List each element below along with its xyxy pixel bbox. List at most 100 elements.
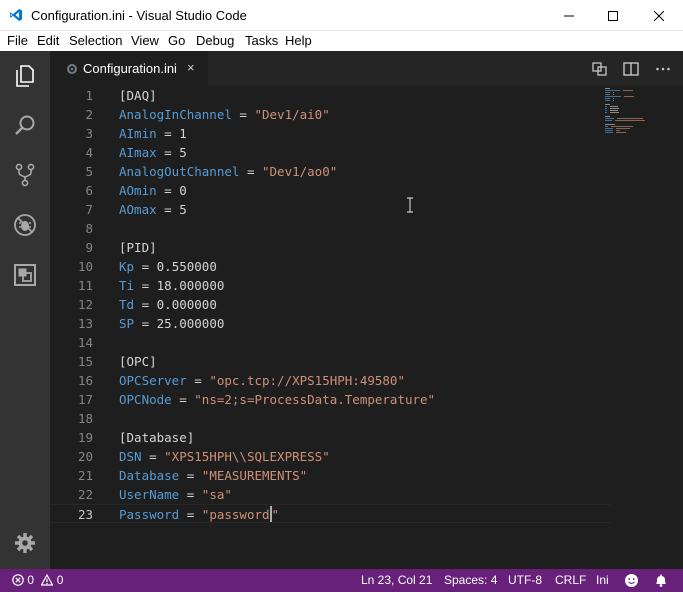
minimap-line — [613, 100, 614, 101]
ini-value: "opc.tcp://XPS15HPH:49580" — [209, 373, 405, 388]
minimap-line — [605, 94, 610, 95]
code-line[interactable]: 9 [PID] — [50, 238, 610, 257]
minimap[interactable] — [605, 86, 645, 146]
debug-icon[interactable] — [12, 212, 38, 238]
line-content: AOmin = 0 — [119, 181, 187, 200]
more-actions-icon[interactable] — [654, 60, 672, 78]
source-control-icon[interactable] — [12, 162, 38, 188]
indentation-setting[interactable]: Spaces: 4 — [444, 573, 497, 587]
cursor-position[interactable]: Ln 23, Col 21 — [361, 573, 432, 587]
line-content: UserName = "sa" — [119, 485, 232, 504]
code-line[interactable]: 11 Ti = 18.000000 — [50, 276, 610, 295]
menu-edit[interactable]: Edit — [37, 33, 59, 48]
tab-configuration-ini[interactable]: Configuration.ini × — [50, 51, 208, 86]
code-line[interactable]: 12 Td = 0.000000 — [50, 295, 610, 314]
minimap-line — [605, 90, 620, 91]
ini-equals: = — [134, 259, 157, 274]
close-window-button[interactable] — [636, 0, 682, 31]
line-number: 15 — [77, 354, 93, 369]
line-number: 18 — [77, 411, 93, 426]
code-line[interactable]: 8 — [50, 219, 610, 238]
ini-value: "Dev1/ao0" — [262, 164, 338, 179]
vscode-logo-icon — [10, 9, 22, 21]
encoding-setting[interactable]: UTF-8 — [508, 573, 542, 587]
ini-key: Kp — [119, 259, 135, 274]
minimap-line — [605, 132, 613, 133]
warning-count: 0 — [56, 573, 64, 587]
ini-value: "sa" — [201, 487, 232, 502]
line-number: 11 — [77, 278, 93, 293]
eol-setting[interactable]: CRLF — [555, 573, 586, 587]
title-bar: Configuration.ini - Visual Studio Code — [0, 0, 683, 31]
code-line[interactable]: 22 UserName = "sa" — [50, 485, 610, 504]
ini-equals: = — [156, 183, 180, 198]
code-line[interactable]: 16 OPCServer = "opc.tcp://XPS15HPH:49580" — [50, 371, 610, 390]
code-editor[interactable]: 1 [DAQ] 2 AnalogInChannel = "Dev1/ai0" 3 AImi… — [50, 86, 683, 569]
code-line[interactable]: 13 SP = 25.000000 — [50, 314, 610, 333]
menu-go[interactable]: Go — [168, 33, 185, 48]
search-icon[interactable] — [12, 113, 38, 139]
code-line[interactable]: 3 AImin = 1 — [50, 124, 610, 143]
window-title: Configuration.ini - Visual Studio Code — [31, 8, 247, 23]
minimap-line — [616, 130, 620, 131]
menu-help[interactable]: Help — [285, 33, 312, 48]
line-content: AImin = 1 — [119, 124, 187, 143]
menu-debug[interactable]: Debug — [196, 33, 234, 48]
line-number: 12 — [77, 297, 93, 312]
warning-icon — [40, 573, 54, 586]
ini-section-header: [Database] — [119, 430, 195, 445]
files-icon[interactable] — [12, 63, 38, 89]
code-line[interactable]: 5 AnalogOutChannel = "Dev1/ao0" — [50, 162, 610, 181]
ini-section-header: [PID] — [119, 240, 157, 255]
settings-file-icon — [67, 64, 77, 74]
line-number: 23 — [77, 507, 93, 522]
minimap-line — [605, 128, 613, 129]
minimap-line — [624, 96, 634, 97]
code-line[interactable]: 20 DSN = "XPS15HPH\\SQLEXPRESS" — [50, 447, 610, 466]
line-number: 2 — [85, 107, 93, 122]
ini-key: OPCNode — [119, 392, 172, 407]
minimize-button[interactable] — [546, 0, 592, 31]
open-changes-icon[interactable] — [591, 60, 609, 78]
line-number: 1 — [85, 88, 93, 103]
ini-key: Td — [119, 297, 135, 312]
notifications-bell-icon[interactable] — [654, 573, 668, 588]
split-editor-icon[interactable] — [622, 60, 640, 78]
feedback-smiley-icon[interactable] — [624, 573, 639, 588]
line-content: Database = "MEASUREMENTS" — [119, 466, 307, 485]
ini-section-header: [DAQ] — [119, 88, 157, 103]
line-number: 19 — [77, 430, 93, 445]
minimap-line — [605, 126, 608, 127]
code-line[interactable]: 6 AOmin = 0 — [50, 181, 610, 200]
minimap-line — [617, 118, 643, 119]
menu-view[interactable]: View — [131, 33, 159, 48]
ini-equals: = — [134, 297, 157, 312]
code-line[interactable]: 4 AImax = 5 — [50, 143, 610, 162]
line-content: AnalogInChannel = "Dev1/ai0" — [119, 105, 330, 124]
code-line[interactable]: 10 Kp = 0.550000 — [50, 257, 610, 276]
menu-selection[interactable]: Selection — [69, 33, 122, 48]
language-mode[interactable]: Ini — [596, 573, 609, 587]
minimap-line — [605, 124, 615, 125]
code-line[interactable]: 17 OPCNode = "ns=2;s=ProcessData.Temperat… — [50, 390, 610, 409]
line-number: 22 — [77, 487, 93, 502]
ini-equals: = — [179, 487, 202, 502]
code-line[interactable]: 15 [OPC] — [50, 352, 610, 371]
code-line[interactable]: 23 Password = "password " — [50, 504, 610, 523]
settings-gear-icon[interactable] — [12, 530, 38, 556]
code-line[interactable]: 19 [Database] — [50, 428, 610, 447]
extensions-icon[interactable] — [12, 262, 38, 288]
code-line[interactable]: 21 Database = "MEASUREMENTS" — [50, 466, 610, 485]
code-line[interactable]: 14 — [50, 333, 610, 352]
line-content: [OPC] — [119, 352, 157, 371]
menu-file[interactable]: File — [7, 33, 28, 48]
menu-tasks[interactable]: Tasks — [245, 33, 278, 48]
code-line[interactable]: 2 AnalogInChannel = "Dev1/ai0" — [50, 105, 610, 124]
maximize-button[interactable] — [590, 0, 636, 31]
code-line[interactable]: 1 [DAQ] — [50, 86, 610, 105]
code-line[interactable]: 7 AOmax = 5 — [50, 200, 610, 219]
tab-close-button[interactable]: × — [187, 60, 195, 75]
activity-bar — [0, 51, 50, 569]
problems-indicator[interactable]: 0 0 — [12, 573, 63, 587]
code-line[interactable]: 18 — [50, 409, 610, 428]
